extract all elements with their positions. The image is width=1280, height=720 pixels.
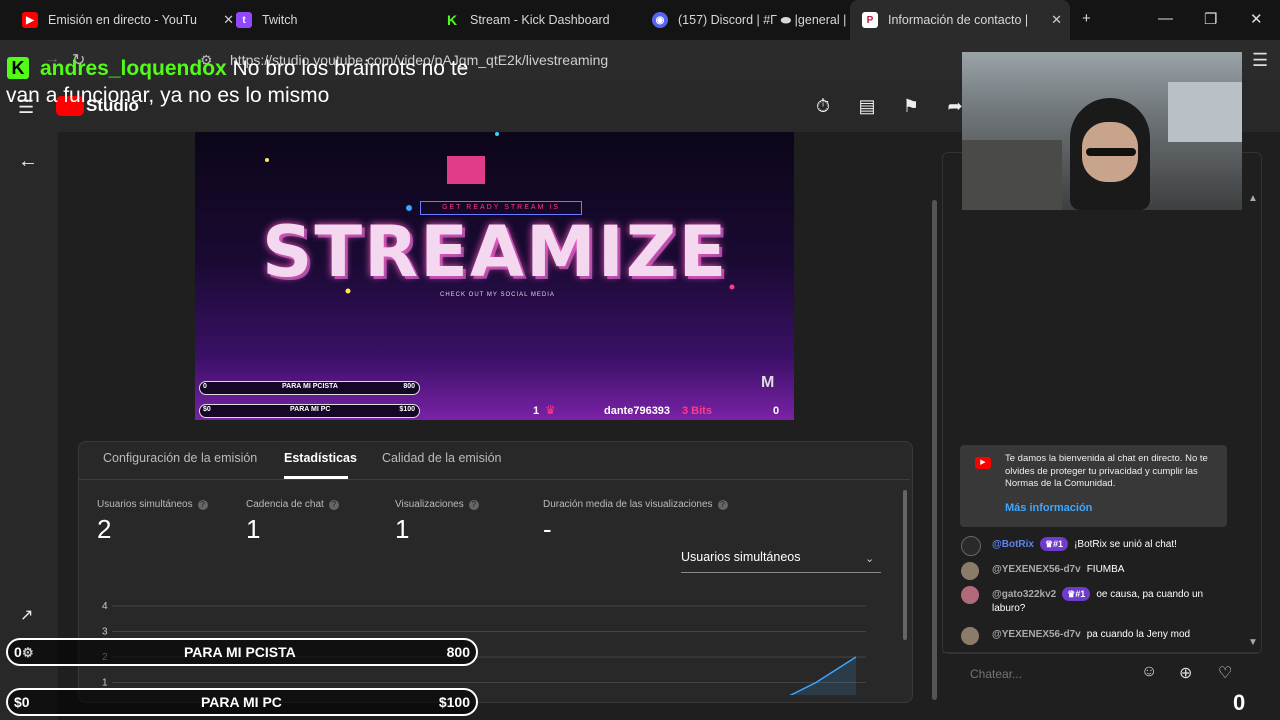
- y-tick-label: 1: [102, 678, 108, 689]
- overlay-chat-line: van a funcionar, ya no es lo mismo: [6, 84, 330, 107]
- pop-out-icon[interactable]: ↗: [20, 605, 33, 625]
- tab-discord[interactable]: ◉ (157) Discord | #Γ ⬬ |general |: [640, 0, 852, 40]
- chat-welcome-text: Te damos la bienvenida al chat en direct…: [1005, 453, 1208, 489]
- heart-icon[interactable]: ♡: [1218, 663, 1232, 683]
- emoji-icon[interactable]: ☺: [1141, 663, 1157, 681]
- metric-label-views: Visualizaciones?: [395, 499, 479, 510]
- left-rail: [0, 132, 58, 720]
- minimize-icon[interactable]: —: [1158, 10, 1173, 27]
- preview-count: 1: [533, 405, 540, 417]
- tab-youtube-studio[interactable]: ▶ Emisión en directo - YouTu ✕: [0, 0, 242, 40]
- add-icon[interactable]: ⊕: [1179, 663, 1192, 683]
- bookmark-icon[interactable]: ⚑: [900, 96, 922, 116]
- overlay-chat-line: andres_loquendox No bro los brainrots no…: [40, 57, 469, 80]
- chat-message: @YEXENEX56-d7v pa cuando la Jeny mod: [992, 629, 1191, 640]
- member-badge: ♛#1: [1062, 587, 1091, 601]
- preview-goal-bar-1: 0 PARA MI PCISTA 800: [199, 381, 420, 395]
- y-tick-label: 4: [102, 601, 108, 612]
- close-icon[interactable]: ✕: [1051, 12, 1062, 28]
- metric-label-avg-view-duration: Duración media de las visualizaciones?: [543, 499, 728, 510]
- youtube-icon: ▶: [22, 12, 38, 28]
- chevron-down-icon[interactable]: ⌄: [865, 552, 874, 565]
- live-chat-panel: [942, 152, 1262, 654]
- avatar[interactable]: [961, 627, 979, 645]
- gear-icon: ⚙: [22, 645, 34, 660]
- youtube-icon: ▶: [975, 457, 991, 469]
- tab-stream-settings[interactable]: Configuración de la emisión: [103, 451, 257, 465]
- tab-label: Twitch: [262, 13, 298, 27]
- y-tick-label: 3: [102, 627, 108, 638]
- help-icon: ?: [197, 500, 208, 510]
- metric-select-value: Usuarios simultáneos: [681, 550, 801, 564]
- tab-label: Emisión en directo - YouTu: [48, 13, 197, 27]
- maximize-icon[interactable]: ❐: [1204, 10, 1217, 28]
- preview-logo-text: STREAMIZE: [262, 211, 729, 293]
- chat-message: @BotRix ♛#1 ¡BotRix se unió al chat!: [992, 537, 1177, 551]
- kick-icon: K: [444, 12, 460, 28]
- chat-message: @gato322kv2 ♛#1 oe causa, pa cuando un lab…: [992, 587, 1204, 614]
- metric-label-concurrent-viewers: Usuarios simultáneos?: [97, 499, 208, 510]
- tab-statistics[interactable]: Estadísticas: [284, 451, 357, 465]
- preview-right-count: 0: [773, 405, 780, 417]
- help-icon: ?: [468, 500, 479, 510]
- metric-value-avg-view-duration: -: [543, 514, 552, 544]
- back-arrow-icon[interactable]: ←: [18, 150, 38, 173]
- preview-bits: 3 Bits: [682, 405, 712, 417]
- member-badge: ♛#1: [1039, 537, 1069, 551]
- main-scrollbar[interactable]: [932, 200, 937, 700]
- new-tab-icon[interactable]: +: [1082, 10, 1091, 27]
- tab-contact-info[interactable]: P Información de contacto | ✕: [850, 0, 1070, 40]
- preview-goal-bar-2: $0 PARA MI PC $100: [199, 404, 420, 418]
- space-invader-icon: [447, 156, 485, 184]
- scroll-up-icon[interactable]: ▲: [1248, 193, 1258, 204]
- crown-icon: ♛: [545, 403, 556, 417]
- divider: [79, 479, 910, 480]
- series-area: [776, 657, 856, 695]
- scroll-down-icon[interactable]: ▼: [1248, 637, 1258, 648]
- avatar[interactable]: [961, 536, 981, 556]
- tab-twitch[interactable]: t Twitch: [222, 0, 441, 40]
- clapperboard-icon[interactable]: ▤: [856, 96, 878, 116]
- preview-social-text: CHECK OUT MY SOCIAL MEDIA: [440, 292, 555, 298]
- help-icon: ?: [717, 500, 728, 510]
- window-close-icon[interactable]: ✕: [1250, 10, 1263, 28]
- p-icon: P: [862, 12, 878, 28]
- tab-label: Stream - Kick Dashboard: [470, 13, 610, 27]
- overlay-corner-count: 0: [1233, 690, 1246, 715]
- tab-label: Información de contacto |: [888, 13, 1029, 27]
- discord-icon: ◉: [652, 12, 668, 28]
- kick-logo: K: [7, 57, 29, 79]
- browser-menu-icon[interactable]: ☰: [1252, 50, 1268, 71]
- stats-scrollbar[interactable]: [903, 490, 907, 640]
- overlay-goal-bar-1: 0 ⚙ PARA MI PCISTA 800: [6, 638, 478, 666]
- help-icon: ?: [328, 500, 339, 510]
- twitch-icon: t: [236, 12, 252, 28]
- chat-message: @YEXENEX56-d7v FIUMBA: [992, 564, 1125, 575]
- more-info-link[interactable]: Más información: [1005, 502, 1092, 514]
- avatar[interactable]: [961, 562, 979, 580]
- preview-donor: dante796393: [604, 405, 671, 417]
- webcam-overlay: [962, 52, 1242, 210]
- watermark-logo: M: [761, 374, 775, 391]
- chat-input[interactable]: [960, 660, 1138, 688]
- metric-label-chat-rate: Cadencia de chat?: [246, 499, 339, 510]
- overlay-goal-bar-2: $0 PARA MI PC $100: [6, 688, 478, 716]
- tab-stream-quality[interactable]: Calidad de la emisión: [382, 451, 502, 465]
- metric-value-views: 1: [395, 514, 410, 544]
- metric-value-concurrent-viewers: 2: [97, 514, 112, 544]
- avatar[interactable]: [961, 586, 979, 604]
- timer-icon[interactable]: ⏱: [812, 96, 834, 116]
- metric-value-chat-rate: 1: [246, 514, 261, 544]
- tab-kick[interactable]: K Stream - Kick Dashboard: [430, 0, 649, 40]
- tab-label: (157) Discord | #Γ ⬬ |general |: [678, 12, 847, 27]
